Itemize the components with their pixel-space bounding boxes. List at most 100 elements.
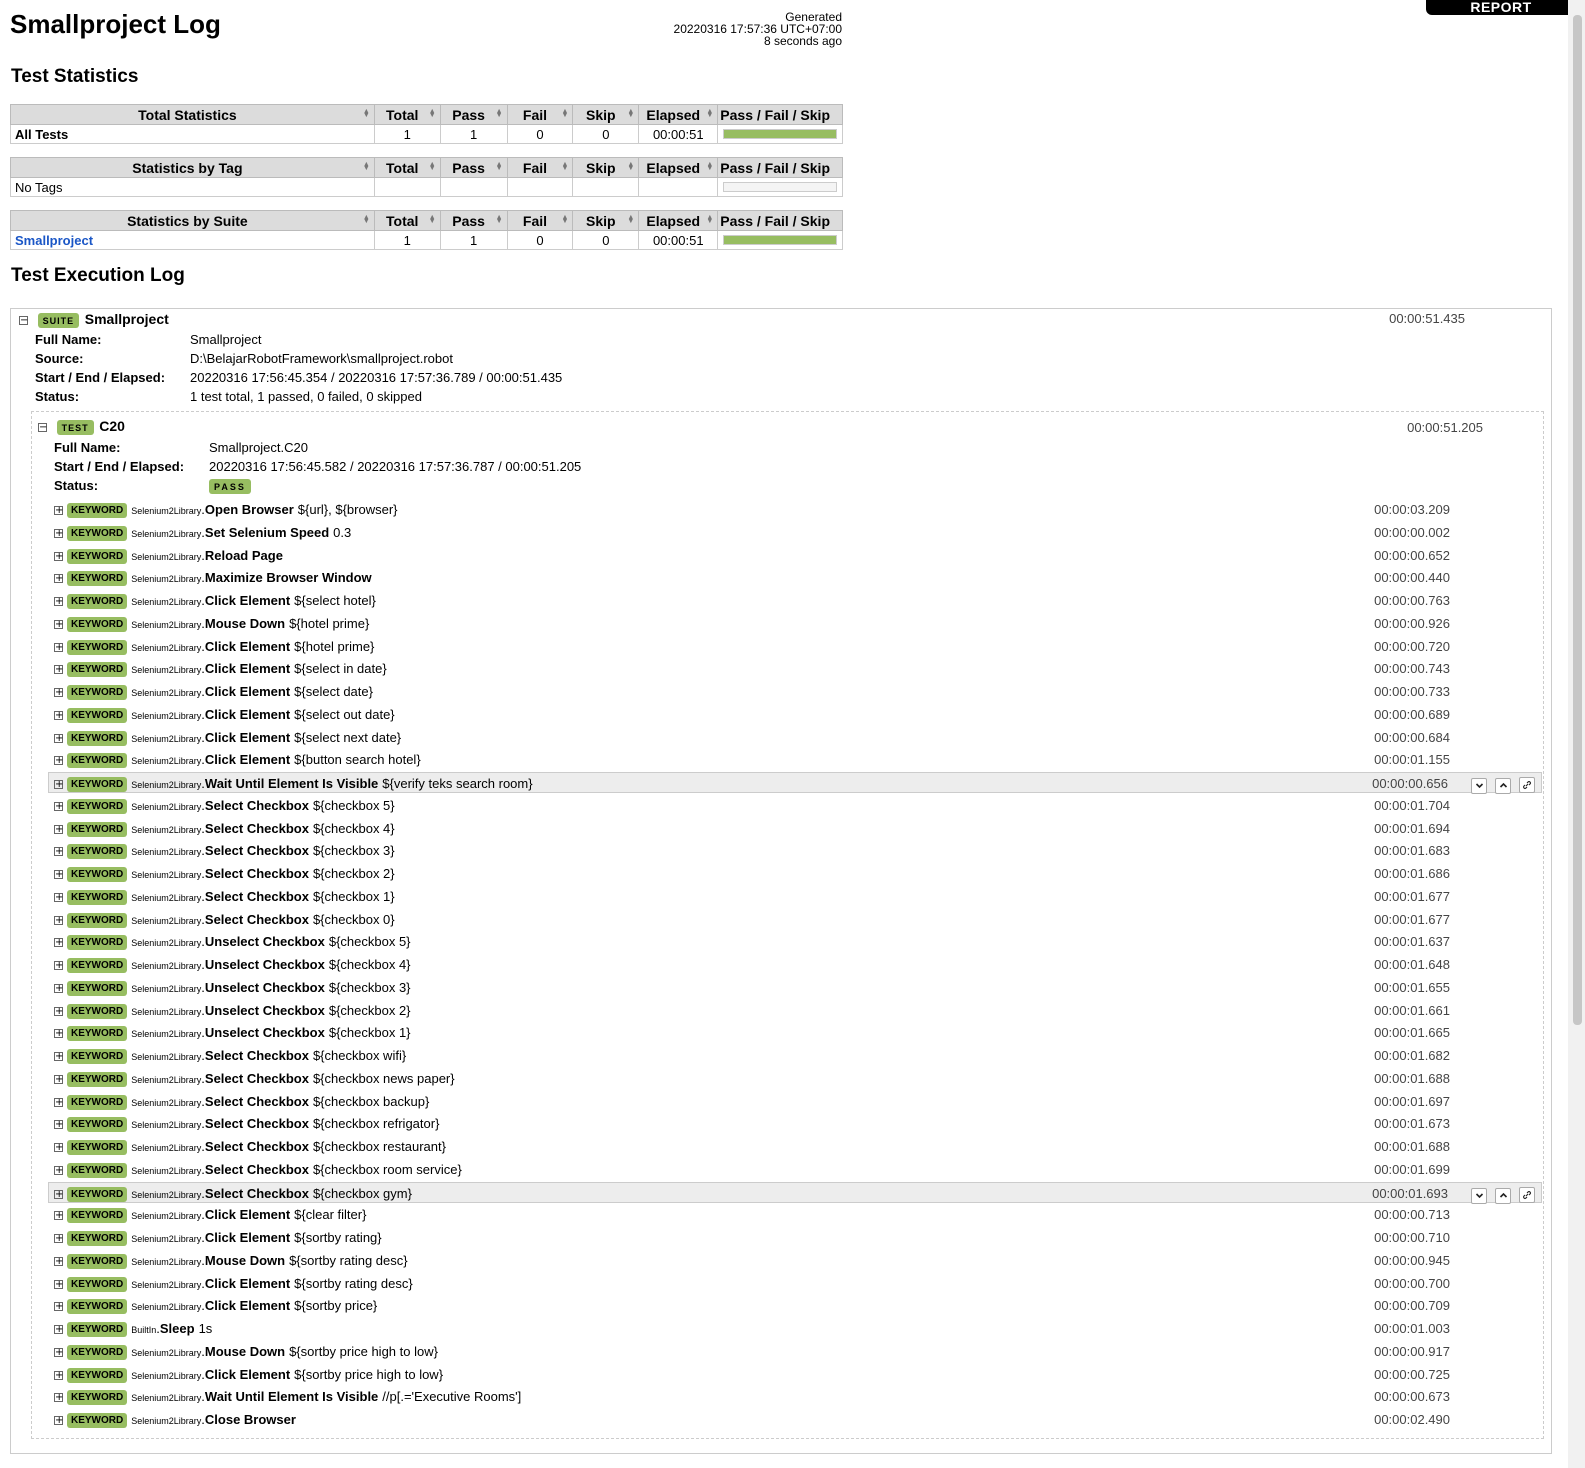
plus-icon[interactable]: + — [54, 756, 63, 766]
column-header[interactable]: Statistics by Tag ▲ ▼ — [10, 157, 375, 178]
plus-icon[interactable]: + — [54, 733, 63, 743]
plus-icon[interactable]: + — [54, 983, 63, 993]
keyword-row[interactable]: + KEYWORD Selenium2Library.Click Element ${… — [49, 590, 1543, 611]
plus-icon[interactable]: + — [54, 1211, 63, 1221]
plus-icon[interactable]: + — [54, 1006, 63, 1016]
column-header[interactable]: Elapsed ▲ ▼ — [638, 104, 719, 125]
sort-icon[interactable]: ▲ ▼ — [706, 161, 713, 172]
plus-icon[interactable]: + — [54, 1325, 63, 1335]
plus-icon[interactable]: + — [54, 1097, 63, 1107]
keyword-row[interactable]: + KEYWORD Selenium2Library.Select Checkbox… — [49, 1113, 1543, 1134]
plus-icon[interactable]: + — [54, 1393, 63, 1403]
column-header[interactable]: Skip ▲ ▼ — [572, 104, 640, 125]
plus-icon[interactable]: + — [54, 1189, 63, 1199]
keyword-row[interactable]: + KEYWORD Selenium2Library.Select Checkbox… — [49, 863, 1543, 884]
keyword-row[interactable]: + KEYWORD Selenium2Library.Reload Page 00:0… — [49, 545, 1543, 566]
keyword-row[interactable]: + KEYWORD Selenium2Library.Click Element ${… — [49, 727, 1543, 748]
plus-icon[interactable]: + — [54, 528, 63, 538]
plus-icon[interactable]: + — [54, 847, 63, 857]
keyword-row[interactable]: + KEYWORD Selenium2Library.Mouse Down ${sor… — [49, 1341, 1543, 1362]
column-header[interactable]: Statistics by Suite ▲ ▼ — [10, 210, 375, 231]
column-header[interactable]: Total Statistics ▲ ▼ — [10, 104, 375, 125]
plus-icon[interactable]: + — [54, 1302, 63, 1312]
keyword-row[interactable]: + KEYWORD Selenium2Library.Select Checkbox… — [49, 1159, 1543, 1180]
plus-icon[interactable]: + — [54, 801, 63, 811]
keyword-row[interactable]: + KEYWORD Selenium2Library.Unselect Checkb… — [49, 1022, 1543, 1043]
keyword-row[interactable]: + KEYWORD Selenium2Library.Select Checkbox… — [49, 818, 1543, 839]
plus-icon[interactable]: + — [54, 1120, 63, 1130]
keyword-row[interactable]: + KEYWORD Selenium2Library.Click Element ${… — [49, 1364, 1543, 1385]
sort-icon[interactable]: ▲ ▼ — [429, 108, 436, 119]
keyword-row[interactable]: + KEYWORD Selenium2Library.Click Element ${… — [49, 1204, 1543, 1225]
sort-icon[interactable]: ▲ ▼ — [561, 108, 568, 119]
chevron-down-icon[interactable] — [1471, 778, 1487, 794]
plus-icon[interactable]: + — [54, 1370, 63, 1380]
sort-icon[interactable]: ▲ ▼ — [363, 108, 370, 119]
sort-icon[interactable]: ▲ ▼ — [429, 161, 436, 172]
sort-icon[interactable]: ▲ ▼ — [429, 214, 436, 225]
report-tab[interactable]: REPORT — [1426, 0, 1576, 15]
sort-icon[interactable]: ▲ ▼ — [561, 161, 568, 172]
keyword-row[interactable]: + KEYWORD Selenium2Library.Unselect Checkb… — [49, 931, 1543, 952]
column-header[interactable]: Total ▲ ▼ — [373, 157, 441, 178]
keyword-row[interactable]: + KEYWORD Selenium2Library.Unselect Checkb… — [49, 954, 1543, 975]
column-header[interactable]: Skip ▲ ▼ — [572, 157, 640, 178]
sort-icon[interactable]: ▲ ▼ — [496, 161, 503, 172]
plus-icon[interactable]: + — [54, 506, 63, 516]
sort-icon[interactable]: ▲ ▼ — [496, 214, 503, 225]
keyword-row[interactable]: + KEYWORD Selenium2Library.Select Checkbox… — [49, 1045, 1543, 1066]
plus-icon[interactable]: + — [54, 1029, 63, 1039]
keyword-row[interactable]: + KEYWORD Selenium2Library.Click Element ${… — [49, 1227, 1543, 1248]
link-icon[interactable] — [1519, 1186, 1535, 1203]
sort-icon[interactable]: ▲ ▼ — [627, 108, 634, 119]
keyword-row[interactable]: + KEYWORD Selenium2Library.Select Checkbox… — [49, 795, 1543, 816]
column-header[interactable]: Total ▲ ▼ — [373, 210, 441, 231]
keyword-row[interactable]: + KEYWORD Selenium2Library.Click Element ${… — [49, 658, 1543, 679]
column-header[interactable]: Elapsed ▲ ▼ — [638, 157, 719, 178]
keyword-row[interactable]: + KEYWORD Selenium2Library.Click Element ${… — [49, 1295, 1543, 1316]
keyword-row[interactable]: + KEYWORD Selenium2Library.Maximize Browse… — [49, 567, 1543, 588]
plus-icon[interactable]: + — [54, 642, 63, 652]
source-link[interactable]: D:\BelajarRobotFramework\smallproject.ro… — [190, 351, 453, 366]
sort-icon[interactable]: ▲ ▼ — [561, 214, 568, 225]
plus-icon[interactable]: + — [54, 1143, 63, 1153]
minus-icon[interactable]: − — [19, 316, 28, 326]
column-header[interactable]: Skip ▲ ▼ — [572, 210, 640, 231]
test-header[interactable]: − TEST C20 — [38, 416, 125, 436]
keyword-row[interactable]: + KEYWORD Selenium2Library.Unselect Checkb… — [49, 977, 1543, 998]
suite-header[interactable]: − SUITE Smallproject — [19, 309, 169, 329]
plus-icon[interactable]: + — [54, 665, 63, 675]
suite-stat-link[interactable]: Smallproject — [15, 233, 93, 248]
keyword-row[interactable]: + KEYWORD Selenium2Library.Unselect Checkb… — [49, 1000, 1543, 1021]
keyword-row[interactable]: + KEYWORD Selenium2Library.Click Element ${… — [49, 704, 1543, 725]
keyword-row[interactable]: + KEYWORD BuiltIn.Sleep 1s 00:00:01.003 — [49, 1318, 1543, 1339]
link-icon[interactable] — [1519, 777, 1535, 793]
column-header[interactable]: Fail ▲ ▼ — [506, 104, 574, 125]
sort-icon[interactable]: ▲ ▼ — [496, 108, 503, 119]
keyword-row[interactable]: + KEYWORD Selenium2Library.Click Element ${… — [49, 681, 1543, 702]
chevron-up-icon[interactable] — [1495, 778, 1511, 794]
column-header[interactable]: Total ▲ ▼ — [373, 104, 441, 125]
plus-icon[interactable]: + — [54, 1256, 63, 1266]
plus-icon[interactable]: + — [54, 824, 63, 834]
plus-icon[interactable]: + — [54, 688, 63, 698]
keyword-row[interactable]: + KEYWORD Selenium2Library.Select Checkbox… — [48, 1181, 1542, 1204]
keyword-row[interactable]: + KEYWORD Selenium2Library.Select Checkbox… — [49, 840, 1543, 861]
sort-icon[interactable]: ▲ ▼ — [363, 214, 370, 225]
sort-icon[interactable]: ▲ ▼ — [627, 161, 634, 172]
keyword-row[interactable]: + KEYWORD Selenium2Library.Open Browser ${u… — [49, 499, 1543, 520]
keyword-row[interactable]: + KEYWORD Selenium2Library.Select Checkbox… — [49, 1068, 1543, 1089]
column-header[interactable]: Pass ▲ ▼ — [439, 210, 508, 231]
column-header[interactable]: Fail ▲ ▼ — [506, 157, 574, 178]
sort-icon[interactable]: ▲ ▼ — [627, 214, 634, 225]
plus-icon[interactable]: + — [54, 1165, 63, 1175]
plus-icon[interactable]: + — [54, 574, 63, 584]
plus-icon[interactable]: + — [54, 1279, 63, 1289]
plus-icon[interactable]: + — [54, 915, 63, 925]
plus-icon[interactable]: + — [54, 961, 63, 971]
chevron-up-icon[interactable] — [1495, 1187, 1511, 1204]
chevron-down-icon[interactable] — [1471, 1187, 1487, 1204]
keyword-row[interactable]: + KEYWORD Selenium2Library.Set Selenium Sp… — [49, 522, 1543, 543]
sort-icon[interactable]: ▲ ▼ — [706, 214, 713, 225]
keyword-row[interactable]: + KEYWORD Selenium2Library.Click Element ${… — [49, 1273, 1543, 1294]
